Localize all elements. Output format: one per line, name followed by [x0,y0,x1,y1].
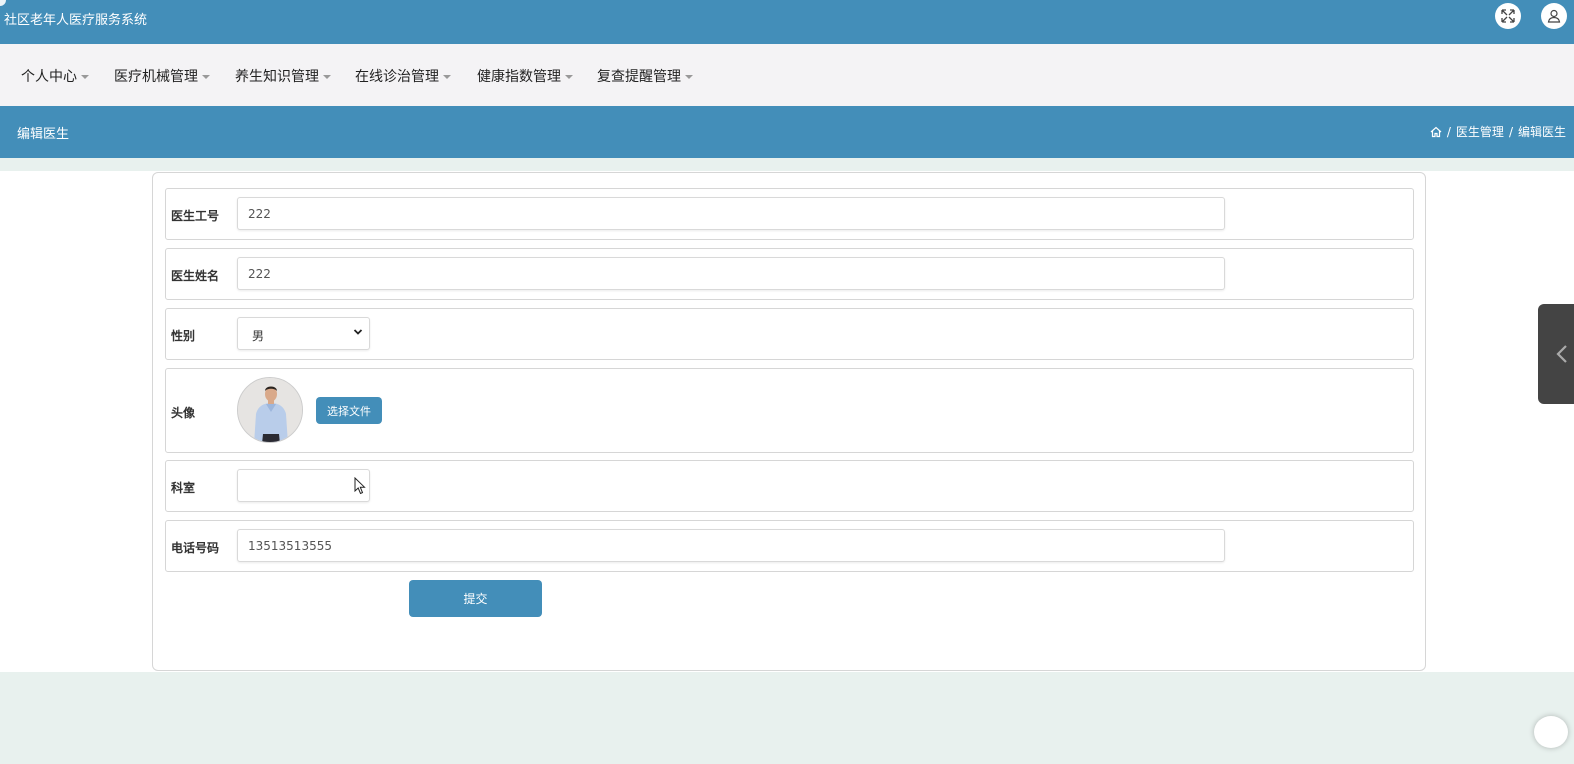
app-title: 社区老年人医疗服务系统 [4,13,148,28]
corner-indicator [0,0,6,6]
nav-item-label: 个人中心 [21,69,77,85]
department-label: 科室 [171,481,196,495]
form-row-gender: 性别 男 [165,308,1414,360]
breadcrumb-current: 编辑医生 [1517,125,1566,139]
floating-chat-button[interactable] [1534,716,1568,748]
user-menu-button[interactable] [1541,3,1567,29]
caret-down-icon [565,74,573,79]
chevron-down-icon [353,329,363,335]
breadcrumb-separator: / [1508,124,1513,139]
caret-down-icon [323,74,331,79]
nav-item-health-knowledge[interactable]: 养生知识管理 [235,66,331,86]
avatar-image [237,377,303,443]
main-nav: 个人中心 医疗机械管理 养生知识管理 在线诊治管理 健康指数管理 复查提醒管理 [0,44,1574,106]
breadcrumb-separator: / [1446,124,1451,139]
nav-item-label: 复查提醒管理 [597,69,681,85]
breadcrumb-parent[interactable]: 医生管理 [1456,123,1504,140]
side-panel-toggle[interactable] [1538,304,1574,404]
caret-down-icon [443,74,451,79]
nav-item-medical-equipment[interactable]: 医疗机械管理 [114,66,210,86]
choose-file-button[interactable]: 选择文件 [316,397,382,424]
form-row-avatar: 头像 选择文件 [165,368,1414,453]
doctor-name-label: 医生姓名 [171,269,220,283]
doctor-photo [238,378,302,442]
gender-label: 性别 [171,329,196,343]
nav-item-personal-center[interactable]: 个人中心 [21,66,89,86]
nav-item-label: 养生知识管理 [235,69,319,85]
page-title: 编辑医生 [17,127,70,142]
nav-item-label: 健康指数管理 [477,69,561,85]
form-row-doctor-name: 医生姓名 [165,248,1414,300]
doctor-id-label: 医生工号 [171,209,220,223]
chevron-left-icon [1556,345,1567,363]
department-select[interactable] [237,469,370,502]
nav-item-recheck-reminder[interactable]: 复查提醒管理 [597,66,693,86]
fullscreen-button[interactable] [1495,3,1521,29]
form-row-doctor-id: 医生工号 [165,188,1414,240]
nav-item-label: 在线诊治管理 [355,69,439,85]
top-bar: 社区老年人医疗服务系统 [0,0,1574,44]
avatar-label: 头像 [171,406,196,420]
caret-down-icon [81,74,89,79]
mouse-cursor-icon [354,477,366,495]
nav-item-health-index[interactable]: 健康指数管理 [477,66,573,86]
home-icon[interactable] [1430,126,1442,138]
user-icon [1547,9,1561,23]
form-row-phone: 电话号码 [165,520,1414,572]
form-row-department: 科室 [165,460,1414,512]
expand-arrows-icon [1501,9,1515,23]
caret-down-icon [685,74,693,79]
phone-input[interactable] [237,529,1225,562]
phone-label: 电话号码 [171,541,220,555]
gender-select[interactable]: 男 [237,317,370,350]
nav-item-online-diagnosis[interactable]: 在线诊治管理 [355,66,451,86]
doctor-id-input[interactable] [237,197,1225,230]
doctor-name-input[interactable] [237,257,1225,290]
gender-selected-value: 男 [252,329,265,343]
breadcrumb: / 医生管理 / 编辑医生 [1430,123,1566,140]
nav-item-label: 医疗机械管理 [114,69,198,85]
caret-down-icon [202,74,210,79]
page-header: 编辑医生 / 医生管理 / 编辑医生 [0,106,1574,158]
submit-button[interactable]: 提交 [409,580,542,617]
